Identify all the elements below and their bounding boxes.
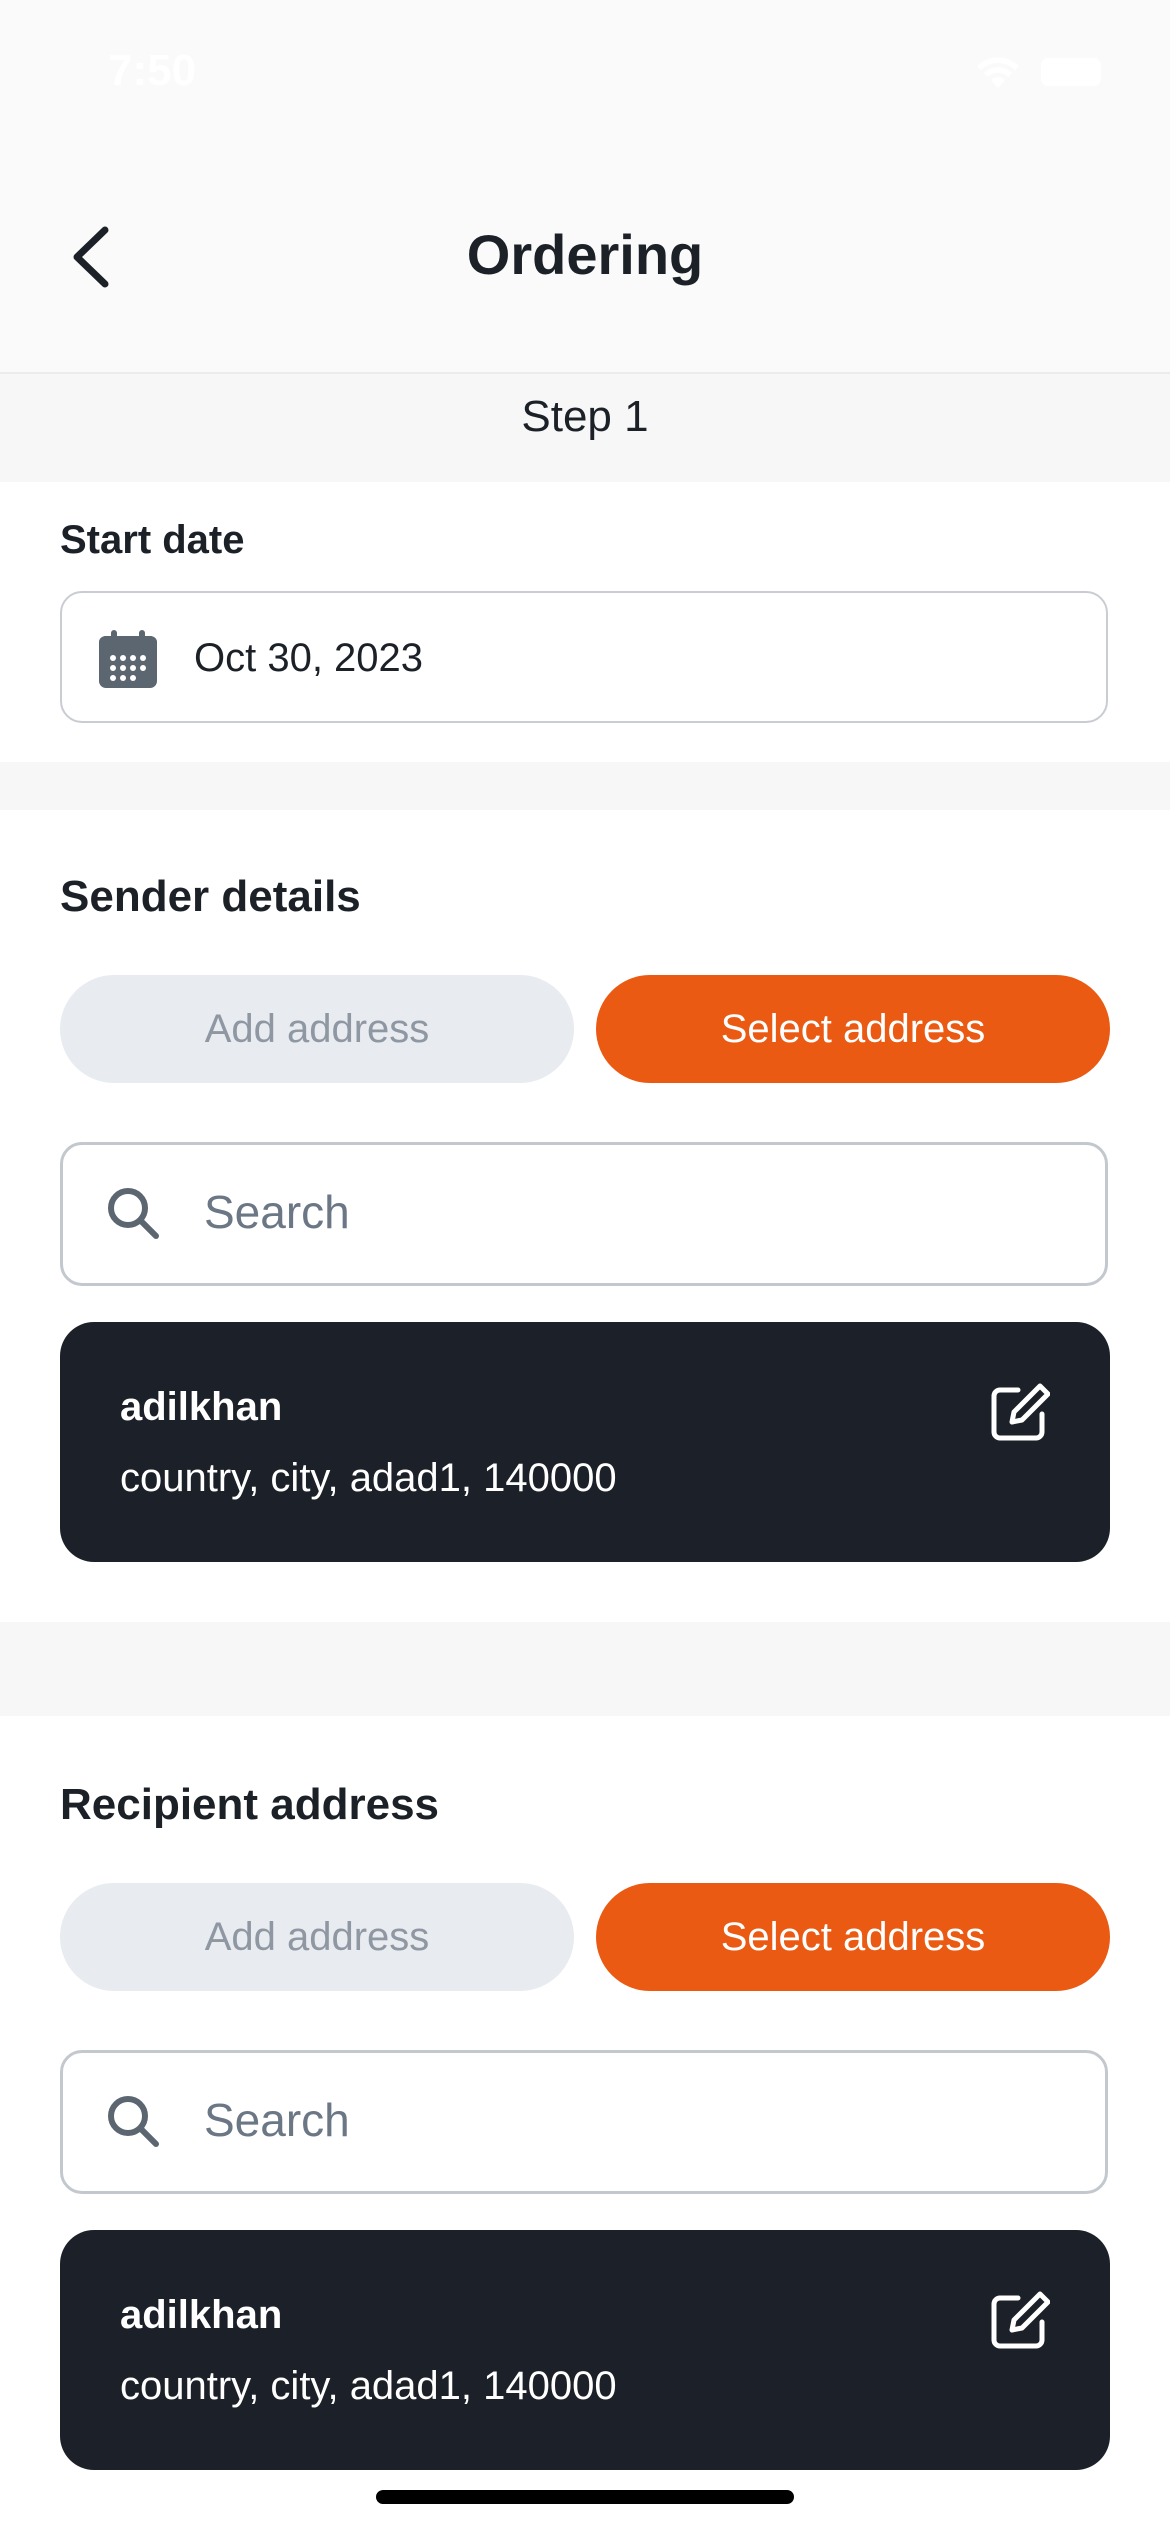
start-date-value: Oct 30, 2023 — [194, 636, 424, 680]
recipient-add-address-button[interactable]: Add address — [60, 1883, 574, 1991]
wifi-icon — [977, 57, 1019, 88]
recipient-search-placeholder: Search — [204, 2094, 350, 2146]
recipient-section-title: Recipient address — [60, 1780, 440, 1829]
sender-card-address: country, city, adad1, 140000 — [120, 1456, 617, 1500]
recipient-address-card[interactable] — [60, 2230, 1110, 2470]
search-icon — [108, 2096, 159, 2147]
search-icon — [108, 1188, 159, 1239]
battery-icon — [1041, 58, 1101, 86]
step-label: Step 1 — [521, 392, 649, 441]
start-date-label: Start date — [60, 518, 245, 562]
sender-address-card[interactable] — [60, 1322, 1110, 1562]
status-time: 7:50 — [108, 46, 197, 95]
sender-select-address-button[interactable]: Select address — [596, 975, 1110, 1083]
sender-card-name: adilkhan — [120, 1385, 283, 1429]
recipient-select-address-button[interactable]: Select address — [596, 1883, 1110, 1991]
calendar-icon — [99, 630, 157, 688]
page-title: Ordering — [466, 223, 704, 286]
recipient-card-name: adilkhan — [120, 2293, 283, 2337]
section-divider — [0, 762, 1170, 810]
sender-search-placeholder: Search — [204, 1186, 350, 1238]
edit-icon[interactable] — [988, 1382, 1050, 1444]
section-divider — [0, 1622, 1170, 1716]
home-indicator — [376, 2490, 794, 2504]
sender-add-address-button[interactable]: Add address — [60, 975, 574, 1083]
sender-section-title: Sender details — [60, 872, 361, 921]
edit-icon[interactable] — [988, 2290, 1050, 2352]
recipient-card-address: country, city, adad1, 140000 — [120, 2364, 617, 2408]
